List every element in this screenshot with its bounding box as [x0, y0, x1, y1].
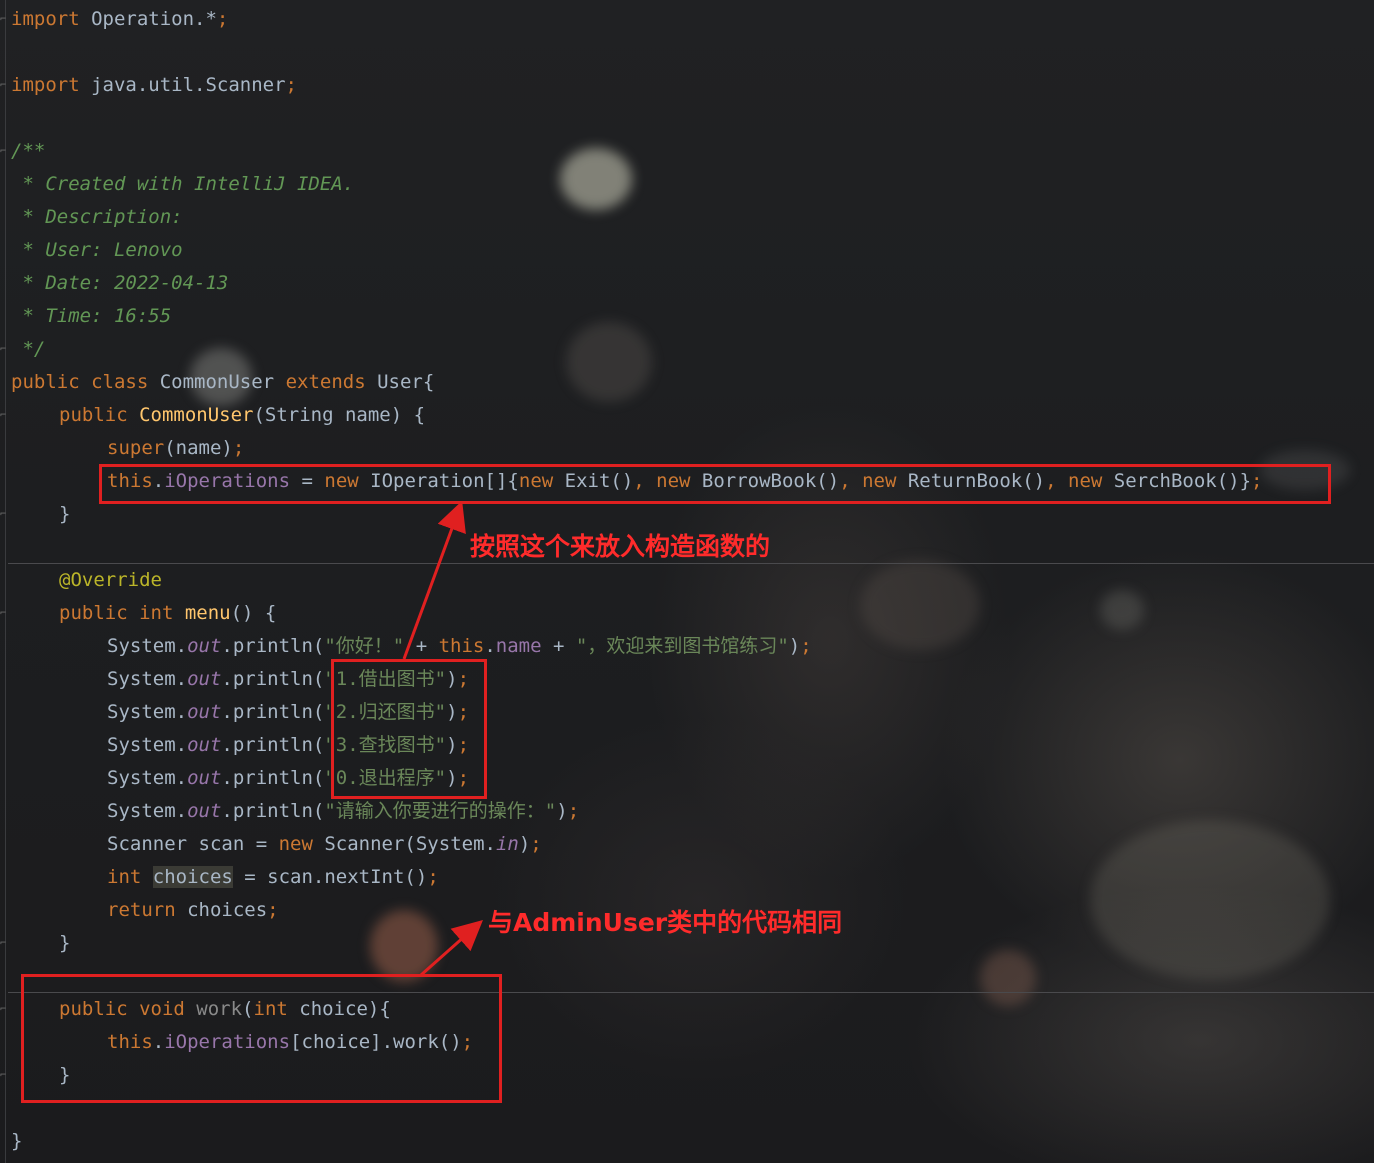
annotation-same-code-note: 与AdminUser类中的代码相同 — [488, 908, 843, 937]
annotation-constructor-note: 按照这个来放入构造函数的 — [470, 532, 771, 561]
arrow-to-same-code-note — [420, 920, 483, 977]
annotation-arrows — [402, 500, 483, 977]
arrow-to-constructor-line — [402, 500, 466, 660]
